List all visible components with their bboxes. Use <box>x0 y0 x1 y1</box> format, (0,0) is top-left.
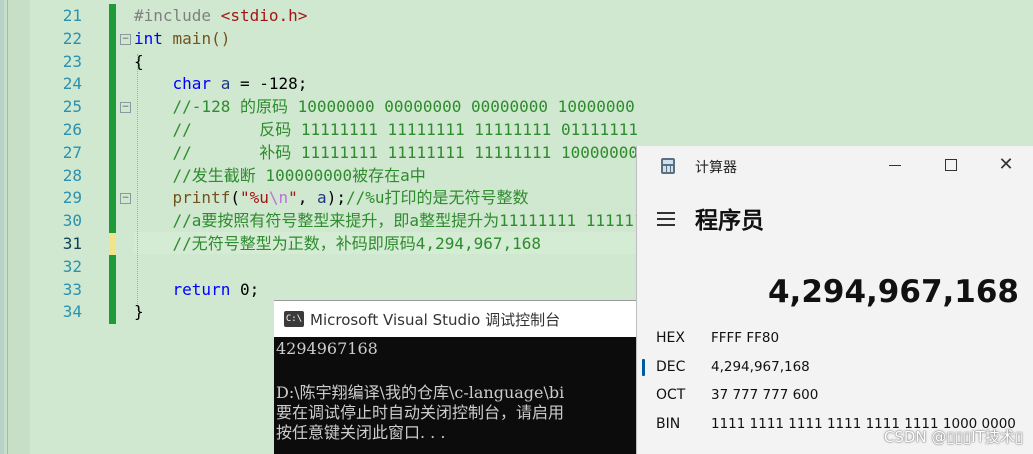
code-token: a <box>220 74 231 94</box>
line-number: 31 <box>62 234 82 253</box>
console-title: Microsoft Visual Studio 调试控制台 <box>310 311 561 329</box>
line-number: 22 <box>62 28 82 48</box>
code-token: char <box>172 74 212 94</box>
line-number: 30 <box>62 211 82 231</box>
base-value: 37 777 777 600 <box>711 387 819 403</box>
maximize-button[interactable] <box>928 150 974 180</box>
line-number: 33 <box>62 279 82 299</box>
base-row-dec[interactable]: DEC 4,294,967,168 <box>637 355 1033 381</box>
base-row-hex[interactable]: HEX FFFF FF80 <box>637 326 1033 352</box>
margin-divider <box>7 0 8 454</box>
code-token: int <box>134 28 163 48</box>
line-number: 21 <box>62 6 82 25</box>
code-token: //%u打印的是无符号整数 <box>345 188 529 208</box>
code-line[interactable]: //发生截断 100000000被存在a中 <box>134 165 426 188</box>
code-line[interactable]: // 反码 11111111 11111111 11111111 0111111… <box>134 119 638 142</box>
csdn-watermark: CSDN @▯▯▯IT技术▯ <box>883 428 1023 446</box>
console-app-icon: C:\ <box>284 311 304 327</box>
calculator-window[interactable]: 计算器 ✕ 程序员 4,294,967,168 HEX FFFF FF80 DE… <box>636 146 1033 454</box>
code-token: } <box>134 302 144 322</box>
code-line[interactable]: // 补码 11111111 11111111 11111111 1000000… <box>134 142 638 165</box>
console-line: 按任意键关闭此窗口. . . <box>276 423 446 442</box>
base-label: HEX <box>656 330 685 346</box>
code-token: return <box>172 279 231 299</box>
code-token: { <box>134 51 144 71</box>
fold-toggle-comment-2[interactable]: − <box>120 193 131 204</box>
code-line[interactable]: } <box>134 301 144 324</box>
code-token: " <box>288 188 298 208</box>
line-number: 27 <box>62 142 82 162</box>
code-line[interactable]: //无符号整型为正数，补码即原码4,294,967,168 <box>134 233 542 256</box>
line-number: 23 <box>62 51 82 71</box>
code-line[interactable]: return 0; <box>134 279 260 302</box>
unsaved-change-marker <box>109 233 116 255</box>
code-token: //发生截断 100000000被存在a中 <box>134 165 426 185</box>
code-token: \n <box>268 188 289 208</box>
calculator-titlebar[interactable]: 计算器 ✕ <box>637 146 1033 184</box>
fold-toggle-comment[interactable]: − <box>120 102 131 113</box>
fold-toggle-main[interactable]: − <box>120 34 131 45</box>
line-number: 34 <box>62 302 82 322</box>
close-button[interactable]: ✕ <box>983 150 1029 180</box>
code-line[interactable]: printf("%u\n", a);//%u打印的是无符号整数 <box>134 187 529 210</box>
code-token: 0; <box>230 279 260 299</box>
code-token: //-128 的原码 10000000 00000000 00000000 10… <box>134 97 635 117</box>
code-token: ( <box>230 188 240 208</box>
change-tracking-bar <box>109 4 116 324</box>
console-titlebar[interactable]: C:\ Microsoft Visual Studio 调试控制台 <box>274 300 654 337</box>
code-token: printf <box>172 188 231 208</box>
calculator-app-icon <box>661 158 675 174</box>
code-line[interactable]: #include <stdio.h> <box>134 5 307 28</box>
calculator-display: 4,294,967,168 <box>767 274 1019 310</box>
line-number: 28 <box>62 165 82 185</box>
code-token: //无符号整型为正数，补码即原码4,294,967,168 <box>134 234 542 253</box>
code-token: ); <box>326 188 346 208</box>
console-line: 4294967168 <box>276 339 378 358</box>
code-line[interactable]: char a = -128; <box>134 73 308 96</box>
code-token: , <box>297 188 318 208</box>
mode-title: 程序员 <box>695 208 764 234</box>
calculator-title: 计算器 <box>695 160 737 176</box>
base-label: BIN <box>656 416 681 432</box>
line-number: 29 <box>62 188 82 208</box>
base-label: DEC <box>656 359 686 375</box>
base-value: 4,294,967,168 <box>711 359 810 375</box>
code-token: = -128; <box>230 74 308 94</box>
code-token: // 反码 11111111 11111111 11111111 0111111… <box>134 120 639 139</box>
code-line[interactable]: //-128 的原码 10000000 00000000 00000000 10… <box>134 96 635 119</box>
code-line[interactable]: int main() <box>134 28 230 51</box>
selected-indicator <box>642 359 645 376</box>
editor-margin <box>0 0 30 454</box>
code-token: a <box>317 188 327 208</box>
debug-console-window[interactable]: C:\ Microsoft Visual Studio 调试控制台 429496… <box>274 300 654 454</box>
line-number: 25 <box>62 97 82 117</box>
code-line[interactable]: { <box>134 51 144 74</box>
base-row-oct[interactable]: OCT 37 777 777 600 <box>637 383 1033 409</box>
line-number: 32 <box>62 256 82 276</box>
code-token: "%u <box>239 188 269 208</box>
line-number: 24 <box>62 74 82 94</box>
code-token: // 补码 11111111 11111111 11111111 1000000… <box>134 142 639 162</box>
code-token: main() <box>162 28 231 48</box>
console-output[interactable]: 4294967168 D:\陈宇翔编译\我的仓库\c-language\bi 要… <box>276 337 654 454</box>
base-value: FFFF FF80 <box>711 330 780 346</box>
minimize-button[interactable] <box>872 150 918 180</box>
line-number: 26 <box>62 120 82 139</box>
code-token: <stdio.h> <box>220 6 308 25</box>
code-token: #include <box>134 6 221 25</box>
base-label: OCT <box>656 387 686 403</box>
margin-marker <box>0 0 4 454</box>
hamburger-menu-icon[interactable] <box>657 212 675 226</box>
